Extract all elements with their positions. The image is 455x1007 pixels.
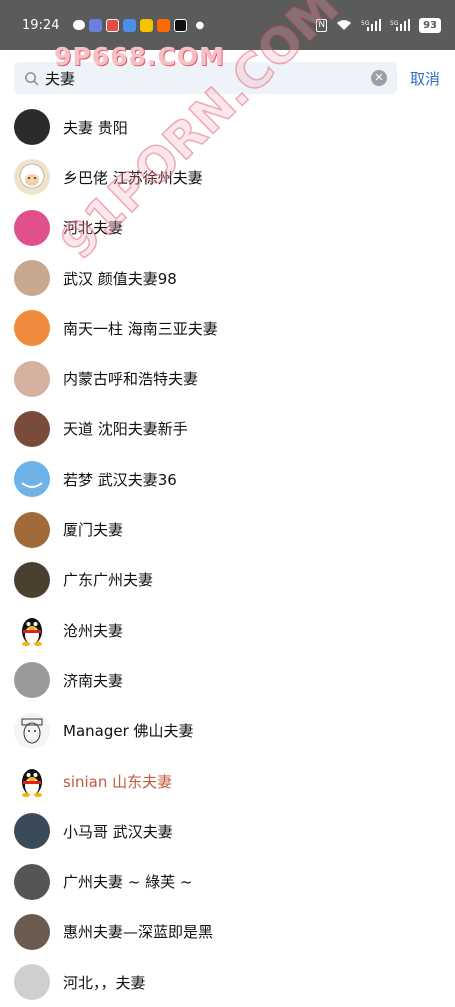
nfc-icon: N [316,18,328,32]
contact-name: 广东广州夫妻 [63,571,154,590]
contact-name: 济南夫妻 [63,671,124,690]
app-icon-red [106,18,120,32]
wifi-icon [337,20,352,30]
list-item[interactable]: sinian 山东夫妻 [0,756,455,806]
clear-icon[interactable]: ✕ [371,70,387,86]
search-icon [25,71,39,85]
search-box[interactable]: ✕ [14,62,397,94]
avatar [14,712,50,749]
contact-name: 内蒙古呼和浩特夫妻 [63,370,199,389]
avatar [14,310,50,347]
search-input[interactable] [45,69,371,87]
avatar [14,159,50,196]
svg-text:5G: 5G [390,20,399,27]
list-item[interactable]: 小马哥 武汉夫妻 [0,806,455,856]
avatar [14,964,50,1001]
contact-name: 若梦 武汉夫妻36 [63,470,177,489]
avatar [14,209,50,246]
status-bar: 19:24 ● N 5G 5G 93 [0,0,455,50]
list-item[interactable]: 济南夫妻 [0,655,455,705]
search-bar: ✕ 取消 [0,58,455,98]
avatar [14,410,50,447]
tiktok-icon [174,18,188,32]
avatar [14,461,50,498]
list-item[interactable]: 乡巴佬 江苏徐州夫妻 [0,152,455,202]
status-right: N 5G 5G 93 [316,17,441,33]
list-item[interactable]: 若梦 武汉夫妻36 [0,454,455,504]
notification-icons: ● [73,18,205,32]
app-icon-yellow [140,18,154,32]
signal-5g-icon: 5G [361,19,382,31]
contact-name: Manager 佛山夫妻 [63,722,194,741]
list-item[interactable]: 内蒙古呼和浩特夫妻 [0,353,455,403]
avatar [14,863,50,900]
avatar [14,260,50,297]
signal-5g-icon: 5G [390,19,411,31]
contact-name: 小马哥 武汉夫妻 [63,822,173,841]
contact-name: 天道 沈阳夫妻新手 [63,420,188,439]
contact-name: sinian 山东夫妻 [63,772,173,791]
avatar [14,360,50,397]
contact-name: 惠州夫妻—深蓝即是黑 [63,923,214,942]
list-item[interactable]: Manager 佛山夫妻 [0,706,455,756]
contact-name: 武汉 颜值夫妻98 [63,269,177,288]
list-item[interactable]: 广州夫妻 ~ 綠芙 ~ [0,856,455,906]
contact-name: 南天一柱 海南三亚夫妻 [63,319,218,338]
avatar [14,109,50,146]
taobao-icon [157,18,171,32]
list-item[interactable]: 南天一柱 海南三亚夫妻 [0,303,455,353]
wechat-icon [73,20,86,30]
list-item[interactable]: 惠州夫妻—深蓝即是黑 [0,907,455,957]
avatar [14,913,50,950]
status-time: 19:24 [22,17,60,33]
qq-icon [123,18,137,32]
contact-name: 乡巴佬 江苏徐州夫妻 [63,168,203,187]
svg-text:5G: 5G [361,20,370,27]
list-item[interactable]: 武汉 颜值夫妻98 [0,253,455,303]
list-item[interactable]: 沧州夫妻 [0,605,455,655]
contact-name: 沧州夫妻 [63,621,124,640]
contact-name: 河北夫妻 [63,219,124,238]
contact-name: 广州夫妻 ~ 綠芙 ~ [63,873,193,892]
avatar [14,662,50,699]
list-item[interactable]: 厦门夫妻 [0,504,455,554]
contact-name: 厦门夫妻 [63,521,124,540]
more-dot-icon: ● [195,19,205,31]
list-item[interactable]: 夫妻 贵阳 [0,102,455,152]
qq-penguin-icon [14,763,50,799]
list-item[interactable]: 河北夫妻 [0,203,455,253]
list-item[interactable]: 天道 沈阳夫妻新手 [0,404,455,454]
contact-name: 河北，，夫妻 [63,973,146,992]
avatar [14,561,50,598]
list-item[interactable]: 广东广州夫妻 [0,555,455,605]
avatar [14,813,50,850]
results-list: 夫妻 贵阳乡巴佬 江苏徐州夫妻 河北夫妻武汉 颜值夫妻98 南天一柱 海南三亚夫妻内… [0,102,455,1007]
battery-icon: 93 [419,17,441,33]
cancel-button[interactable]: 取消 [410,68,440,89]
app-icon-blue [89,18,103,32]
contact-name: 夫妻 贵阳 [63,118,128,137]
qq-penguin-icon [14,612,50,649]
avatar [14,511,50,548]
